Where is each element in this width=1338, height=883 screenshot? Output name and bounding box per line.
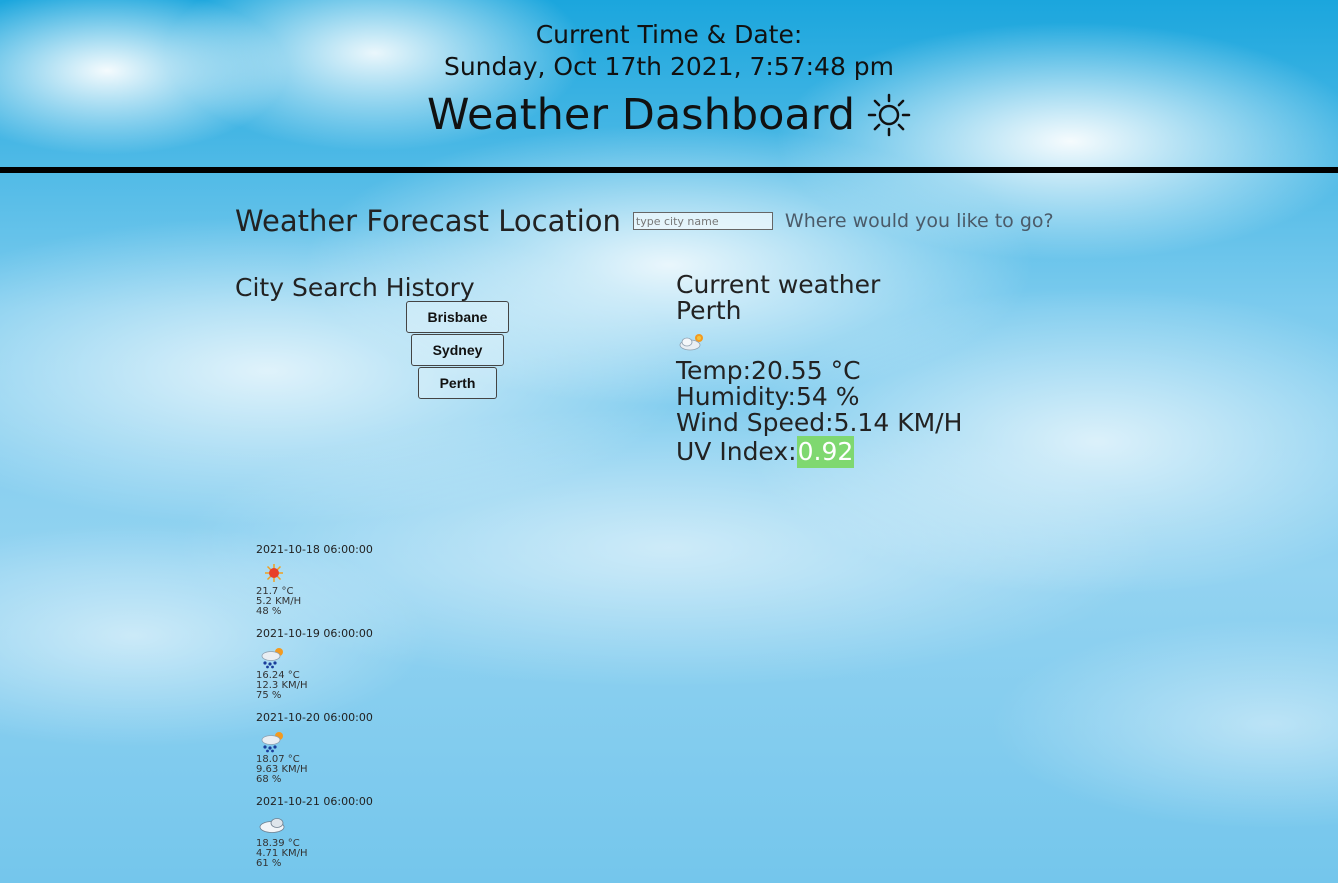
current-time-label: Current Time & Date: <box>535 20 803 49</box>
rain-sun-icon <box>261 732 283 753</box>
history-title: City Search History <box>235 273 475 302</box>
forecast-wind: 9.63 KM/H <box>256 764 308 775</box>
search-row: Weather Forecast Location Where would yo… <box>235 203 1054 239</box>
page-title-text: Weather Dashboard <box>426 90 855 140</box>
forecast-date: 2021-10-21 06:00:00 <box>256 795 373 808</box>
current-wind-value: 5.14 KM/H <box>833 408 963 437</box>
uv-label: UV Index: <box>676 437 797 466</box>
sun-icon <box>265 564 283 582</box>
current-city: Perth <box>676 296 742 325</box>
forecast-humidity: 61 % <box>256 858 282 869</box>
current-time-value: Sunday, Oct 17th 2021, 7:57:48 pm <box>443 52 895 81</box>
forecast-wind: 4.71 KM/H <box>256 848 308 859</box>
history-button-perth[interactable]: Perth <box>418 367 497 399</box>
forecast-date: 2021-10-18 06:00:00 <box>256 543 373 556</box>
cloud-icon <box>259 818 285 833</box>
forecast-date: 2021-10-20 06:00:00 <box>256 711 373 724</box>
header-divider <box>0 167 1338 173</box>
search-hint: Where would you like to go? <box>784 210 1054 232</box>
current-weather-panel: Current weather Perth Temp:20.55 °C Humi… <box>676 272 962 468</box>
forecast-card: 2021-10-21 06:00:00 18.39 °C 4.71 KM/H 6… <box>256 795 436 879</box>
page-header: Current Time & Date: Sunday, Oct 17th 20… <box>0 0 1338 167</box>
city-search-input[interactable] <box>632 212 773 230</box>
forecast-humidity: 68 % <box>256 774 282 785</box>
current-humidity: Humidity:54 % <box>676 382 860 411</box>
partly-cloudy-night-icon <box>679 334 703 351</box>
forecast-humidity: 75 % <box>256 690 282 701</box>
current-wind-label: Wind Speed: <box>676 408 834 437</box>
forecast-date: 2021-10-19 06:00:00 <box>256 627 373 640</box>
history-list: Brisbane Sydney Perth <box>405 301 510 400</box>
forecast-card: 2021-10-18 06:00:00 21.7 °C 5.2 KM/H 48 … <box>256 543 436 627</box>
uv-index-badge: 0.92 <box>796 436 855 468</box>
sun-icon <box>867 93 911 137</box>
rain-sun-icon <box>261 648 283 669</box>
page-title: Weather Dashboard <box>0 88 1338 142</box>
search-title: Weather Forecast Location <box>235 204 621 238</box>
current-weather-heading: Current weather <box>676 270 881 299</box>
forecast-wind: 12.3 KM/H <box>256 680 308 691</box>
forecast-wind: 5.2 KM/H <box>256 596 302 607</box>
forecast-list: 2021-10-18 06:00:00 21.7 °C 5.2 KM/H 48 … <box>256 543 436 879</box>
forecast-card: 2021-10-20 06:00:00 18.07 °C 9.63 KM/H 6… <box>256 711 436 795</box>
current-uv: UV Index:0.92 <box>676 436 962 468</box>
history-button-sydney[interactable]: Sydney <box>411 334 504 366</box>
current-wind: Wind Speed:5.14 KM/H <box>676 410 962 436</box>
history-button-brisbane[interactable]: Brisbane <box>406 301 509 333</box>
forecast-card: 2021-10-19 06:00:00 16.24 °C 12.3 KM/H 7… <box>256 627 436 711</box>
current-temp: Temp:20.55 °C <box>676 356 861 385</box>
forecast-humidity: 48 % <box>256 606 282 617</box>
